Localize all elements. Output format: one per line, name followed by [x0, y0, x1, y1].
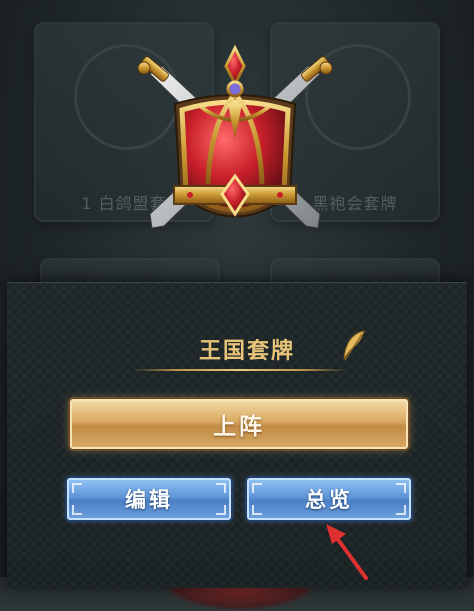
deploy-button[interactable]: 上阵: [70, 399, 408, 449]
edit-button[interactable]: 编辑: [67, 478, 231, 520]
deploy-button-label: 上阵: [213, 414, 265, 440]
title-divider: [133, 369, 347, 371]
kingdom-crest-icon: [137, 44, 333, 229]
deck-detail-panel: 王国套牌 上阵 编辑 总览: [7, 282, 467, 588]
deck-name-title: 王国套牌: [198, 339, 295, 364]
red-arrow-icon: [326, 524, 368, 580]
overview-button[interactable]: 总览: [247, 478, 411, 520]
overview-button-label: 总览: [305, 488, 353, 512]
edit-button-label: 编辑: [125, 488, 173, 512]
feather-quill-icon[interactable]: [340, 329, 366, 363]
